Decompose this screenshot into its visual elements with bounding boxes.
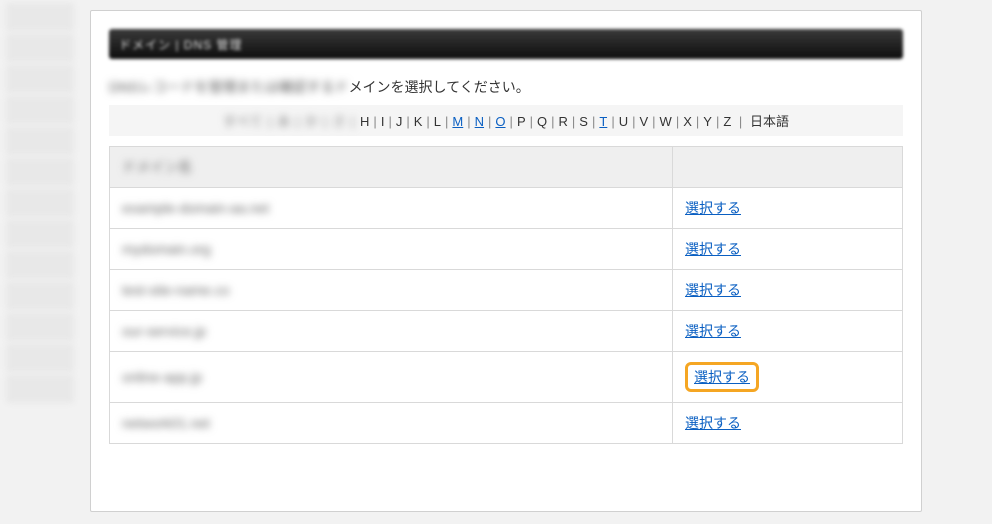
domain-cell: mydomain.org xyxy=(110,229,673,270)
table-row: our-service.jp 選択する xyxy=(110,311,903,352)
alpha-filter-S: S xyxy=(579,114,588,129)
select-link[interactable]: 選択する xyxy=(685,241,741,257)
alpha-filter-W: W xyxy=(660,114,672,129)
alpha-filter-X: X xyxy=(683,114,692,129)
select-link[interactable]: 選択する xyxy=(685,323,741,339)
domain-cell: online-app.jp xyxy=(110,352,673,403)
table-row: example-domain-aa.net 選択する xyxy=(110,188,903,229)
table-header-action xyxy=(673,147,903,188)
alpha-filter-N[interactable]: N xyxy=(475,114,484,129)
table-row: online-app.jp 選択する xyxy=(110,352,903,403)
alpha-filter-R: R xyxy=(559,114,568,129)
table-row: test-site-name.co 選択する xyxy=(110,270,903,311)
alpha-filter-U: U xyxy=(619,114,628,129)
select-link[interactable]: 選択する xyxy=(685,200,741,216)
table-header-domain: ドメイン名 xyxy=(110,147,673,188)
action-cell: 選択する xyxy=(673,352,903,403)
table-row: network01.net 選択する xyxy=(110,403,903,444)
action-cell: 選択する xyxy=(673,403,903,444)
alpha-filter-L: L xyxy=(434,114,441,129)
select-link[interactable]: 選択する xyxy=(694,369,750,385)
action-cell: 選択する xyxy=(673,188,903,229)
alpha-filter-P: P xyxy=(517,114,526,129)
domain-table: ドメイン名 example-domain-aa.net選択するmydomain.… xyxy=(109,146,903,444)
alpha-filter-M[interactable]: M xyxy=(452,114,463,129)
domain-cell: network01.net xyxy=(110,403,673,444)
panel-title: ドメイン | DNS 管理 xyxy=(119,36,242,53)
table-row: mydomain.org 選択する xyxy=(110,229,903,270)
action-cell: 選択する xyxy=(673,229,903,270)
alpha-filter-japanese[interactable]: 日本語 xyxy=(750,114,789,129)
domain-cell: example-domain-aa.net xyxy=(110,188,673,229)
select-link[interactable]: 選択する xyxy=(685,282,741,298)
action-cell: 選択する xyxy=(673,270,903,311)
select-link[interactable]: 選択する xyxy=(685,415,741,431)
domain-cell: test-site-name.co xyxy=(110,270,673,311)
alpha-filter-Z: Z xyxy=(723,114,731,129)
action-cell: 選択する xyxy=(673,311,903,352)
alpha-filter-O[interactable]: O xyxy=(495,114,505,129)
alpha-filter-Y: Y xyxy=(703,114,712,129)
panel-titlebar: ドメイン | DNS 管理 xyxy=(109,29,903,59)
alpha-filter-lead: すべて | あ | か | さ | xyxy=(223,114,360,129)
alpha-filter-Q: Q xyxy=(537,114,547,129)
alpha-filter-H: H xyxy=(360,114,369,129)
highlighted-select: 選択する xyxy=(685,362,759,392)
instruction-text: DNSレコードを管理または確認するドメインを選択してください。 xyxy=(109,77,903,97)
main-panel: ドメイン | DNS 管理 DNSレコードを管理または確認するドメインを選択して… xyxy=(90,10,922,512)
alpha-filter-bar: すべて | あ | か | さ | H|I|J|K|L|M|N|O|P|Q|R|… xyxy=(109,105,903,136)
sidebar xyxy=(0,0,80,524)
domain-cell: our-service.jp xyxy=(110,311,673,352)
alpha-filter-V: V xyxy=(639,114,648,129)
